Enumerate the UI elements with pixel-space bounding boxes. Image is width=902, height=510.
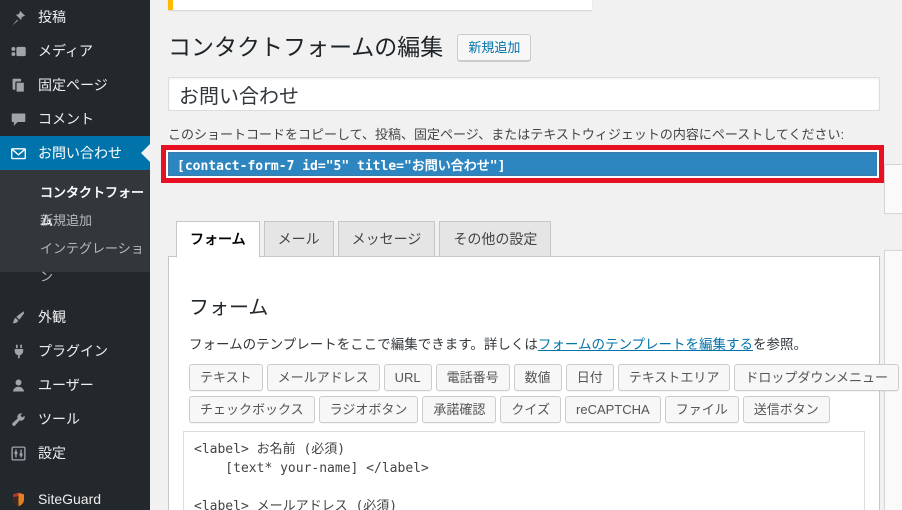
- admin-notice-partial: [168, 0, 592, 10]
- sidebar-item-label: コメント: [38, 111, 94, 127]
- form-title-input[interactable]: [168, 77, 880, 111]
- sliders-icon: [8, 443, 28, 463]
- sidebar-item-label: 外観: [38, 309, 66, 325]
- sidebar-item-appearance[interactable]: 外観: [0, 300, 150, 334]
- tag-generator-button[interactable]: 電話番号: [435, 364, 510, 391]
- tag-generator-button[interactable]: ラジオボタン: [318, 396, 419, 423]
- description-text: フォームのテンプレートをここで編集できます。詳しくは: [189, 337, 538, 352]
- contact-submenu: コンタクトフォーム 新規追加 インテグレーション: [0, 170, 150, 284]
- sidebar-item-label: 固定ページ: [38, 77, 108, 93]
- admin-content: コンタクトフォームの編集 新規追加 このショートコードをコピーして、投稿、固定ペ…: [150, 0, 902, 510]
- form-template-textarea[interactable]: <label> お名前 (必須) [text* your-name] </lab…: [183, 431, 865, 510]
- tag-generator-button[interactable]: クイズ: [500, 396, 562, 423]
- sidebar-item-comments[interactable]: コメント: [0, 102, 150, 136]
- sidebar-item-label: プラグイン: [38, 343, 108, 359]
- comment-icon: [8, 109, 28, 129]
- sidebar-item-label: ユーザー: [38, 377, 94, 393]
- submenu-item-integration[interactable]: インテグレーション: [0, 235, 150, 284]
- tag-generator-button[interactable]: 承諾確認: [422, 396, 497, 423]
- sidebar-item-siteguard[interactable]: SiteGuard: [0, 482, 150, 510]
- tab-mail[interactable]: メール: [263, 221, 334, 257]
- tag-generator-button[interactable]: メールアドレス: [266, 364, 380, 391]
- tag-generator-button[interactable]: テキスト: [189, 364, 263, 391]
- highlight-annotation: [161, 145, 884, 183]
- sidebar-item-label: SiteGuard: [38, 491, 102, 507]
- tag-generator-button[interactable]: ファイル: [664, 396, 739, 423]
- tag-generator: テキスト メールアドレス URL 電話番号 数値 日付 テキストエリア ドロップダウンメニュー…: [189, 364, 899, 428]
- brush-icon: [8, 307, 28, 327]
- tag-generator-button[interactable]: ドロップダウンメニュー: [734, 364, 899, 391]
- tag-generator-row-1: テキスト メールアドレス URL 電話番号 数値 日付 テキストエリア ドロップダウンメニュー: [189, 364, 899, 396]
- tab-messages[interactable]: メッセージ: [337, 221, 436, 257]
- media-icon: [8, 41, 28, 61]
- tag-generator-button[interactable]: reCAPTCHA: [565, 396, 661, 423]
- tag-generator-row-2: チェックボックス ラジオボタン 承諾確認 クイズ reCAPTCHA ファイル 送信ボタン: [189, 396, 865, 428]
- menu-separator: [0, 470, 150, 482]
- tag-generator-button[interactable]: 数値: [513, 364, 562, 391]
- wordpress-admin-screen: 投稿 メディア 固定ページ コメント お問い合わせ コンタクトフォーム 新規追加…: [0, 0, 902, 510]
- sidebar-item-media[interactable]: メディア: [0, 34, 150, 68]
- sidebar-item-plugins[interactable]: プラグイン: [0, 334, 150, 368]
- plugin-icon: [8, 341, 28, 361]
- wrench-icon: [8, 409, 28, 429]
- tab-form[interactable]: フォーム: [176, 221, 260, 258]
- sidebar-item-label: ツール: [38, 411, 80, 427]
- sidebar-item-contact[interactable]: お問い合わせ: [0, 136, 150, 170]
- tag-generator-button[interactable]: URL: [383, 364, 432, 391]
- panel-description: フォームのテンプレートをここで編集できます。詳しくはフォームのテンプレートを編集…: [189, 333, 865, 353]
- form-panel: フォーム フォームのテンプレートをここで編集できます。詳しくはフォームのテンプレ…: [168, 256, 899, 510]
- envelope-icon: [8, 143, 28, 163]
- submenu-item-contact-forms[interactable]: コンタクトフォーム: [0, 179, 150, 228]
- tag-generator-button[interactable]: チェックボックス: [189, 396, 315, 423]
- shield-icon: [8, 489, 28, 509]
- sidebar-item-settings[interactable]: 設定: [0, 436, 150, 470]
- description-text: を参照。: [753, 337, 808, 352]
- sidebar-item-label: 設定: [38, 445, 66, 461]
- page-title: コンタクトフォームの編集: [168, 34, 444, 60]
- shortcode-instruction: このショートコードをコピーして、投稿、固定ページ、またはテキストウィジェットの内…: [168, 127, 845, 142]
- sidebar-item-users[interactable]: ユーザー: [0, 368, 150, 402]
- sidebar-item-pages[interactable]: 固定ページ: [0, 68, 150, 102]
- tag-generator-button[interactable]: 日付: [565, 364, 614, 391]
- pushpin-icon: [8, 7, 28, 27]
- pages-icon: [8, 75, 28, 95]
- menu-separator: [0, 272, 150, 300]
- shortcode-input[interactable]: [168, 152, 877, 176]
- tag-generator-button[interactable]: 送信ボタン: [742, 396, 830, 423]
- add-new-button[interactable]: 新規追加: [457, 33, 532, 61]
- user-icon: [8, 375, 28, 395]
- tag-generator-button[interactable]: テキストエリア: [617, 364, 731, 391]
- editor-tabs: フォーム メール メッセージ その他の設定: [168, 221, 880, 258]
- right-column-fragment: [884, 164, 902, 214]
- admin-sidebar: 投稿 メディア 固定ページ コメント お問い合わせ コンタクトフォーム 新規追加…: [0, 0, 150, 510]
- sidebar-item-label: メディア: [38, 43, 94, 59]
- tab-additional-settings[interactable]: その他の設定: [439, 221, 552, 257]
- sidebar-item-posts[interactable]: 投稿: [0, 0, 150, 34]
- edit-template-link[interactable]: フォームのテンプレートを編集する: [538, 337, 753, 352]
- sidebar-item-tools[interactable]: ツール: [0, 402, 150, 436]
- submenu-item-add-new[interactable]: 新規追加: [0, 207, 150, 235]
- sidebar-item-label: 投稿: [38, 9, 66, 25]
- panel-heading: フォーム: [189, 297, 269, 319]
- sidebar-item-label: お問い合わせ: [38, 145, 122, 161]
